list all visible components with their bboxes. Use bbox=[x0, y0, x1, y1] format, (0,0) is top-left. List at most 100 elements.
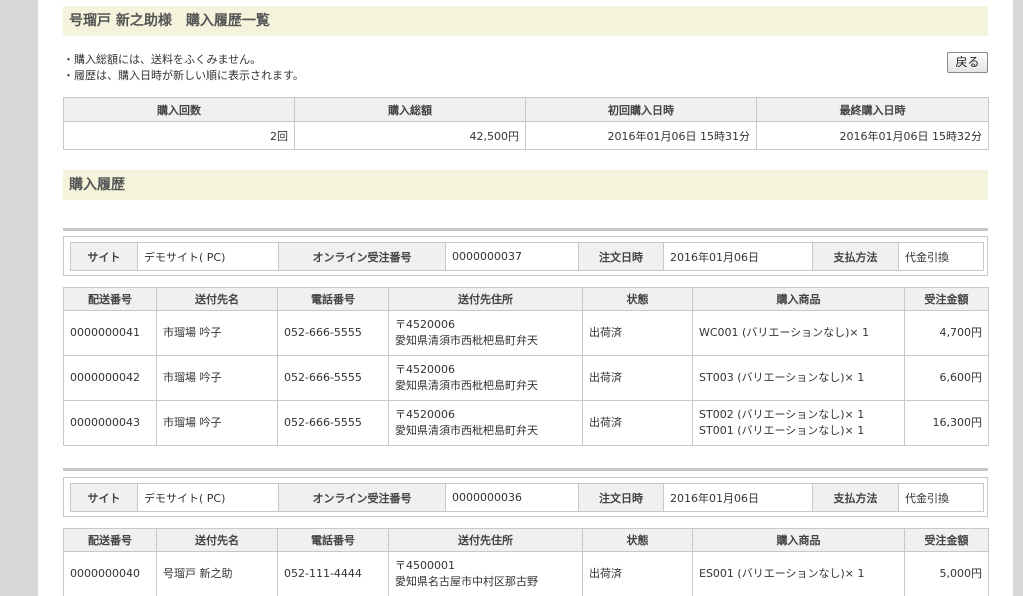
item: ST003 (バリエーションなし)× 1 bbox=[699, 371, 865, 384]
item: ST002 (バリエーションなし)× 1 bbox=[699, 408, 865, 421]
table-row: 0000000042 市瑠場 吟子 052-666-5555 〒4520006 愛… bbox=[63, 355, 989, 401]
header-address: 送付先住所 bbox=[388, 528, 583, 552]
summary-header-first: 初回購入日時 bbox=[525, 97, 757, 122]
status: 出荷済 bbox=[582, 551, 693, 596]
items-cell: ST002 (バリエーションなし)× 1 ST001 (バリエーションなし)× 1 bbox=[692, 400, 905, 446]
order-site: デモサイト( PC) bbox=[137, 483, 279, 512]
ship-no: 0000000040 bbox=[63, 551, 157, 596]
recipient-name: 市瑠場 吟子 bbox=[156, 400, 278, 446]
header-amount: 受注金額 bbox=[904, 287, 989, 311]
amount: 5,000円 bbox=[904, 551, 989, 596]
summary-header-total: 購入総額 bbox=[294, 97, 526, 122]
order-site-label: サイト bbox=[70, 242, 138, 271]
phone: 052-666-5555 bbox=[277, 310, 389, 356]
zip: 〒4520006 bbox=[395, 408, 455, 421]
address: 愛知県清須市西枇杷島町弁天 bbox=[395, 424, 538, 437]
summary-total: 42,500円 bbox=[294, 121, 526, 150]
page-content: 号瑠戸 新之助様 購入履歴一覧 ・購入総額には、送料をふくみません。 ・履歴は、… bbox=[38, 0, 1013, 596]
header-phone: 電話番号 bbox=[277, 528, 389, 552]
header-items: 購入商品 bbox=[692, 528, 905, 552]
order-date-label: 注文日時 bbox=[578, 242, 664, 271]
table-row: 0000000043 市瑠場 吟子 052-666-5555 〒4520006 愛… bbox=[63, 400, 989, 446]
order-date-label: 注文日時 bbox=[578, 483, 664, 512]
ship-no: 0000000041 bbox=[63, 310, 157, 356]
shipment-table: 配送番号 送付先名 電話番号 送付先住所 状態 購入商品 受注金額 000000… bbox=[63, 287, 989, 446]
phone: 052-666-5555 bbox=[277, 400, 389, 446]
address-cell: 〒4520006 愛知県清須市西枇杷島町弁天 bbox=[388, 310, 583, 356]
order-no: 0000000036 bbox=[445, 483, 579, 512]
shipment-table: 配送番号 送付先名 電話番号 送付先住所 状態 購入商品 受注金額 000000… bbox=[63, 528, 989, 596]
order-payment-label: 支払方法 bbox=[812, 242, 899, 271]
address-cell: 〒4520006 愛知県清須市西枇杷島町弁天 bbox=[388, 400, 583, 446]
zip: 〒4520006 bbox=[395, 318, 455, 331]
shipment-header-row: 配送番号 送付先名 電話番号 送付先住所 状態 購入商品 受注金額 bbox=[63, 528, 989, 552]
order-info-box: サイト デモサイト( PC) オンライン受注番号 0000000037 注文日時… bbox=[63, 236, 988, 276]
header-items: 購入商品 bbox=[692, 287, 905, 311]
note-order: ・履歴は、購入日時が新しい順に表示されます。 bbox=[63, 69, 304, 82]
order-divider bbox=[63, 468, 988, 471]
order-divider bbox=[63, 228, 988, 231]
status: 出荷済 bbox=[582, 400, 693, 446]
shipment-header-row: 配送番号 送付先名 電話番号 送付先住所 状態 購入商品 受注金額 bbox=[63, 287, 989, 311]
order-info-box: サイト デモサイト( PC) オンライン受注番号 0000000036 注文日時… bbox=[63, 477, 988, 517]
header-phone: 電話番号 bbox=[277, 287, 389, 311]
back-button[interactable]: 戻る bbox=[947, 52, 988, 73]
order-site: デモサイト( PC) bbox=[137, 242, 279, 271]
status: 出荷済 bbox=[582, 355, 693, 401]
phone: 052-666-5555 bbox=[277, 355, 389, 401]
order-payment: 代金引換 bbox=[898, 242, 984, 271]
address: 愛知県名古屋市中村区那古野 bbox=[395, 575, 538, 588]
history-title: 購入履歴 bbox=[63, 170, 988, 200]
items-cell: ST003 (バリエーションなし)× 1 bbox=[692, 355, 905, 401]
page-title: 号瑠戸 新之助様 購入履歴一覧 bbox=[63, 6, 988, 36]
order-payment: 代金引換 bbox=[898, 483, 984, 512]
table-row: 0000000041 市瑠場 吟子 052-666-5555 〒4520006 愛… bbox=[63, 310, 989, 356]
order-site-label: サイト bbox=[70, 483, 138, 512]
address-cell: 〒4500001 愛知県名古屋市中村区那古野 bbox=[388, 551, 583, 596]
order-info-row: サイト デモサイト( PC) オンライン受注番号 0000000037 注文日時… bbox=[70, 242, 984, 271]
items-cell: WC001 (バリエーションなし)× 1 bbox=[692, 310, 905, 356]
item: ST001 (バリエーションなし)× 1 bbox=[699, 424, 865, 437]
zip: 〒4500001 bbox=[395, 559, 455, 572]
zip: 〒4520006 bbox=[395, 363, 455, 376]
summary-first-date: 2016年01月06日 15時31分 bbox=[525, 121, 757, 150]
amount: 6,600円 bbox=[904, 355, 989, 401]
address: 愛知県清須市西枇杷島町弁天 bbox=[395, 334, 538, 347]
summary-header-last: 最終購入日時 bbox=[756, 97, 989, 122]
order-no-label: オンライン受注番号 bbox=[278, 483, 446, 512]
ship-no: 0000000043 bbox=[63, 400, 157, 446]
amount: 16,300円 bbox=[904, 400, 989, 446]
header-recipient: 送付先名 bbox=[156, 287, 278, 311]
order-date: 2016年01月06日 bbox=[663, 483, 813, 512]
address: 愛知県清須市西枇杷島町弁天 bbox=[395, 379, 538, 392]
header-status: 状態 bbox=[582, 287, 693, 311]
order-no: 0000000037 bbox=[445, 242, 579, 271]
item: WC001 (バリエーションなし)× 1 bbox=[699, 326, 870, 339]
order-no-label: オンライン受注番号 bbox=[278, 242, 446, 271]
header-address: 送付先住所 bbox=[388, 287, 583, 311]
recipient-name: 市瑠場 吟子 bbox=[156, 310, 278, 356]
notes: ・購入総額には、送料をふくみません。 ・履歴は、購入日時が新しい順に表示されます… bbox=[63, 52, 304, 84]
note-shipping: ・購入総額には、送料をふくみません。 bbox=[63, 53, 262, 66]
items-cell: ES001 (バリエーションなし)× 1 bbox=[692, 551, 905, 596]
summary-header-row: 購入回数 購入総額 初回購入日時 最終購入日時 bbox=[63, 97, 989, 122]
header-ship-no: 配送番号 bbox=[63, 287, 157, 311]
order-info-table: サイト デモサイト( PC) オンライン受注番号 0000000037 注文日時… bbox=[70, 242, 984, 271]
header-recipient: 送付先名 bbox=[156, 528, 278, 552]
scrollbar-track[interactable] bbox=[1013, 0, 1023, 596]
table-row: 0000000040 号瑠戸 新之助 052-111-4444 〒4500001… bbox=[63, 551, 989, 596]
recipient-name: 号瑠戸 新之助 bbox=[156, 551, 278, 596]
order-date: 2016年01月06日 bbox=[663, 242, 813, 271]
header-status: 状態 bbox=[582, 528, 693, 552]
header-ship-no: 配送番号 bbox=[63, 528, 157, 552]
order-info-row: サイト デモサイト( PC) オンライン受注番号 0000000036 注文日時… bbox=[70, 483, 984, 512]
amount: 4,700円 bbox=[904, 310, 989, 356]
address-cell: 〒4520006 愛知県清須市西枇杷島町弁天 bbox=[388, 355, 583, 401]
order-info-table: サイト デモサイト( PC) オンライン受注番号 0000000036 注文日時… bbox=[70, 483, 984, 512]
item: ES001 (バリエーションなし)× 1 bbox=[699, 567, 865, 580]
summary-header-count: 購入回数 bbox=[63, 97, 295, 122]
order-payment-label: 支払方法 bbox=[812, 483, 899, 512]
status: 出荷済 bbox=[582, 310, 693, 356]
header-amount: 受注金額 bbox=[904, 528, 989, 552]
summary-value-row: 2回 42,500円 2016年01月06日 15時31分 2016年01月06… bbox=[63, 121, 989, 150]
